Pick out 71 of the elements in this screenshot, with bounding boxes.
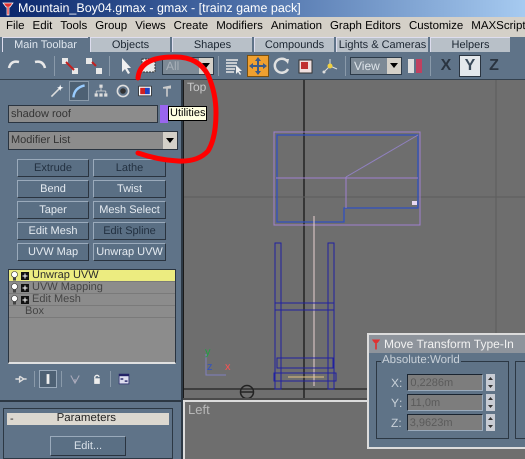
menu-item[interactable]: Create bbox=[170, 21, 212, 33]
stack-item-label: Edit Mesh bbox=[32, 294, 81, 305]
axis-field-label: X bbox=[391, 376, 400, 388]
axis-label: z bbox=[207, 362, 212, 373]
object-name-field[interactable]: shadow roof bbox=[8, 105, 158, 123]
modifier-button[interactable]: Edit Mesh bbox=[17, 222, 89, 240]
app-logo-icon bbox=[371, 338, 381, 350]
bend-icon[interactable] bbox=[69, 81, 89, 101]
app-logo-icon bbox=[2, 2, 14, 16]
rollout-header[interactable]: - Parameters bbox=[7, 413, 169, 425]
group-title: Absolute:World bbox=[381, 355, 461, 366]
stack-item[interactable]: Unwrap UVW bbox=[9, 270, 175, 282]
axis-label: y bbox=[205, 347, 210, 358]
dialog-title: Move Transform Type-In bbox=[384, 338, 514, 350]
label-colon: : bbox=[399, 376, 402, 388]
dropdown-arrow-icon bbox=[166, 138, 174, 143]
axis-field-label: Z bbox=[391, 416, 398, 428]
dropdown-arrow-icon bbox=[202, 63, 210, 68]
toolbar-tab[interactable]: Main Toolbar bbox=[2, 37, 88, 52]
modifier-list-dropdown[interactable]: Modifier List bbox=[8, 131, 178, 150]
modifier-button[interactable]: Twist bbox=[93, 180, 166, 198]
toolbar-tab[interactable]: Helpers bbox=[430, 37, 510, 52]
label-colon: : bbox=[398, 416, 402, 428]
expand-plus-icon[interactable] bbox=[21, 284, 29, 292]
rollout-title: Parameters bbox=[56, 413, 118, 425]
modifier-button[interactable]: Bend bbox=[17, 180, 89, 198]
menu-item[interactable]: Graph Editors bbox=[326, 21, 405, 33]
spinner-icon[interactable] bbox=[486, 394, 496, 411]
viewport-label[interactable]: Top bbox=[187, 81, 206, 93]
expand-plus-icon[interactable] bbox=[21, 272, 29, 280]
stack-item-label: Unwrap UVW bbox=[32, 270, 99, 281]
menu-item[interactable]: Edit bbox=[28, 21, 56, 33]
stack-item-label: Box bbox=[24, 306, 44, 317]
toolbar-tab[interactable]: Objects bbox=[90, 37, 170, 52]
lightbulb-icon[interactable] bbox=[11, 294, 18, 304]
menu-item[interactable]: Views bbox=[131, 21, 170, 33]
axis-label: x bbox=[225, 362, 230, 373]
modifier-button[interactable]: UVW Map bbox=[17, 243, 89, 261]
viewport-label[interactable]: Left bbox=[188, 403, 210, 416]
stack-item[interactable]: UVW Mapping bbox=[9, 282, 175, 294]
menu-item[interactable]: Group bbox=[91, 21, 132, 33]
edit-button[interactable]: Edit... bbox=[50, 436, 126, 456]
menu-item[interactable]: Modifiers bbox=[212, 21, 267, 33]
modifier-button[interactable]: Taper bbox=[17, 201, 89, 219]
stack-item-label: UVW Mapping bbox=[32, 282, 103, 293]
spinner-icon[interactable] bbox=[486, 374, 496, 391]
tooltip: Utilities bbox=[168, 106, 208, 121]
toolbar-tab[interactable]: Shapes bbox=[172, 37, 252, 52]
modifier-button[interactable]: Mesh Select bbox=[93, 201, 166, 219]
axis-constraint-button[interactable]: Y bbox=[459, 54, 481, 76]
toolbar-tab[interactable]: Lights & Cameras bbox=[336, 37, 428, 52]
lightbulb-icon[interactable] bbox=[11, 282, 18, 292]
move-icon[interactable] bbox=[247, 54, 269, 76]
rollout-toggle[interactable]: - bbox=[7, 414, 14, 424]
menu-item[interactable]: File bbox=[2, 21, 29, 33]
menu-item[interactable]: Customize bbox=[404, 21, 468, 33]
menu-item[interactable]: Tools bbox=[56, 21, 92, 33]
menu-item[interactable]: Animation bbox=[266, 21, 326, 33]
window-title: Mountain_Boy04.gmax - gmax - [trainz game pack] bbox=[18, 2, 301, 15]
expand-plus-icon[interactable] bbox=[21, 296, 29, 304]
toolbar-tab[interactable]: Compounds bbox=[254, 37, 334, 52]
object-color-swatch[interactable] bbox=[160, 105, 168, 123]
modifier-button[interactable]: Unwrap UVW bbox=[93, 243, 166, 261]
lightbulb-icon[interactable] bbox=[11, 270, 18, 280]
coordinate-system-dropdown[interactable]: View bbox=[350, 56, 402, 74]
axis-constraint-button[interactable]: X bbox=[435, 54, 457, 76]
dropdown-arrow-icon bbox=[390, 63, 398, 68]
spinner-icon[interactable] bbox=[486, 414, 495, 431]
stack-item[interactable]: Box bbox=[9, 306, 175, 318]
axis-constraint-button[interactable]: Z bbox=[483, 54, 505, 76]
stack-item[interactable]: Edit Mesh bbox=[9, 294, 175, 306]
